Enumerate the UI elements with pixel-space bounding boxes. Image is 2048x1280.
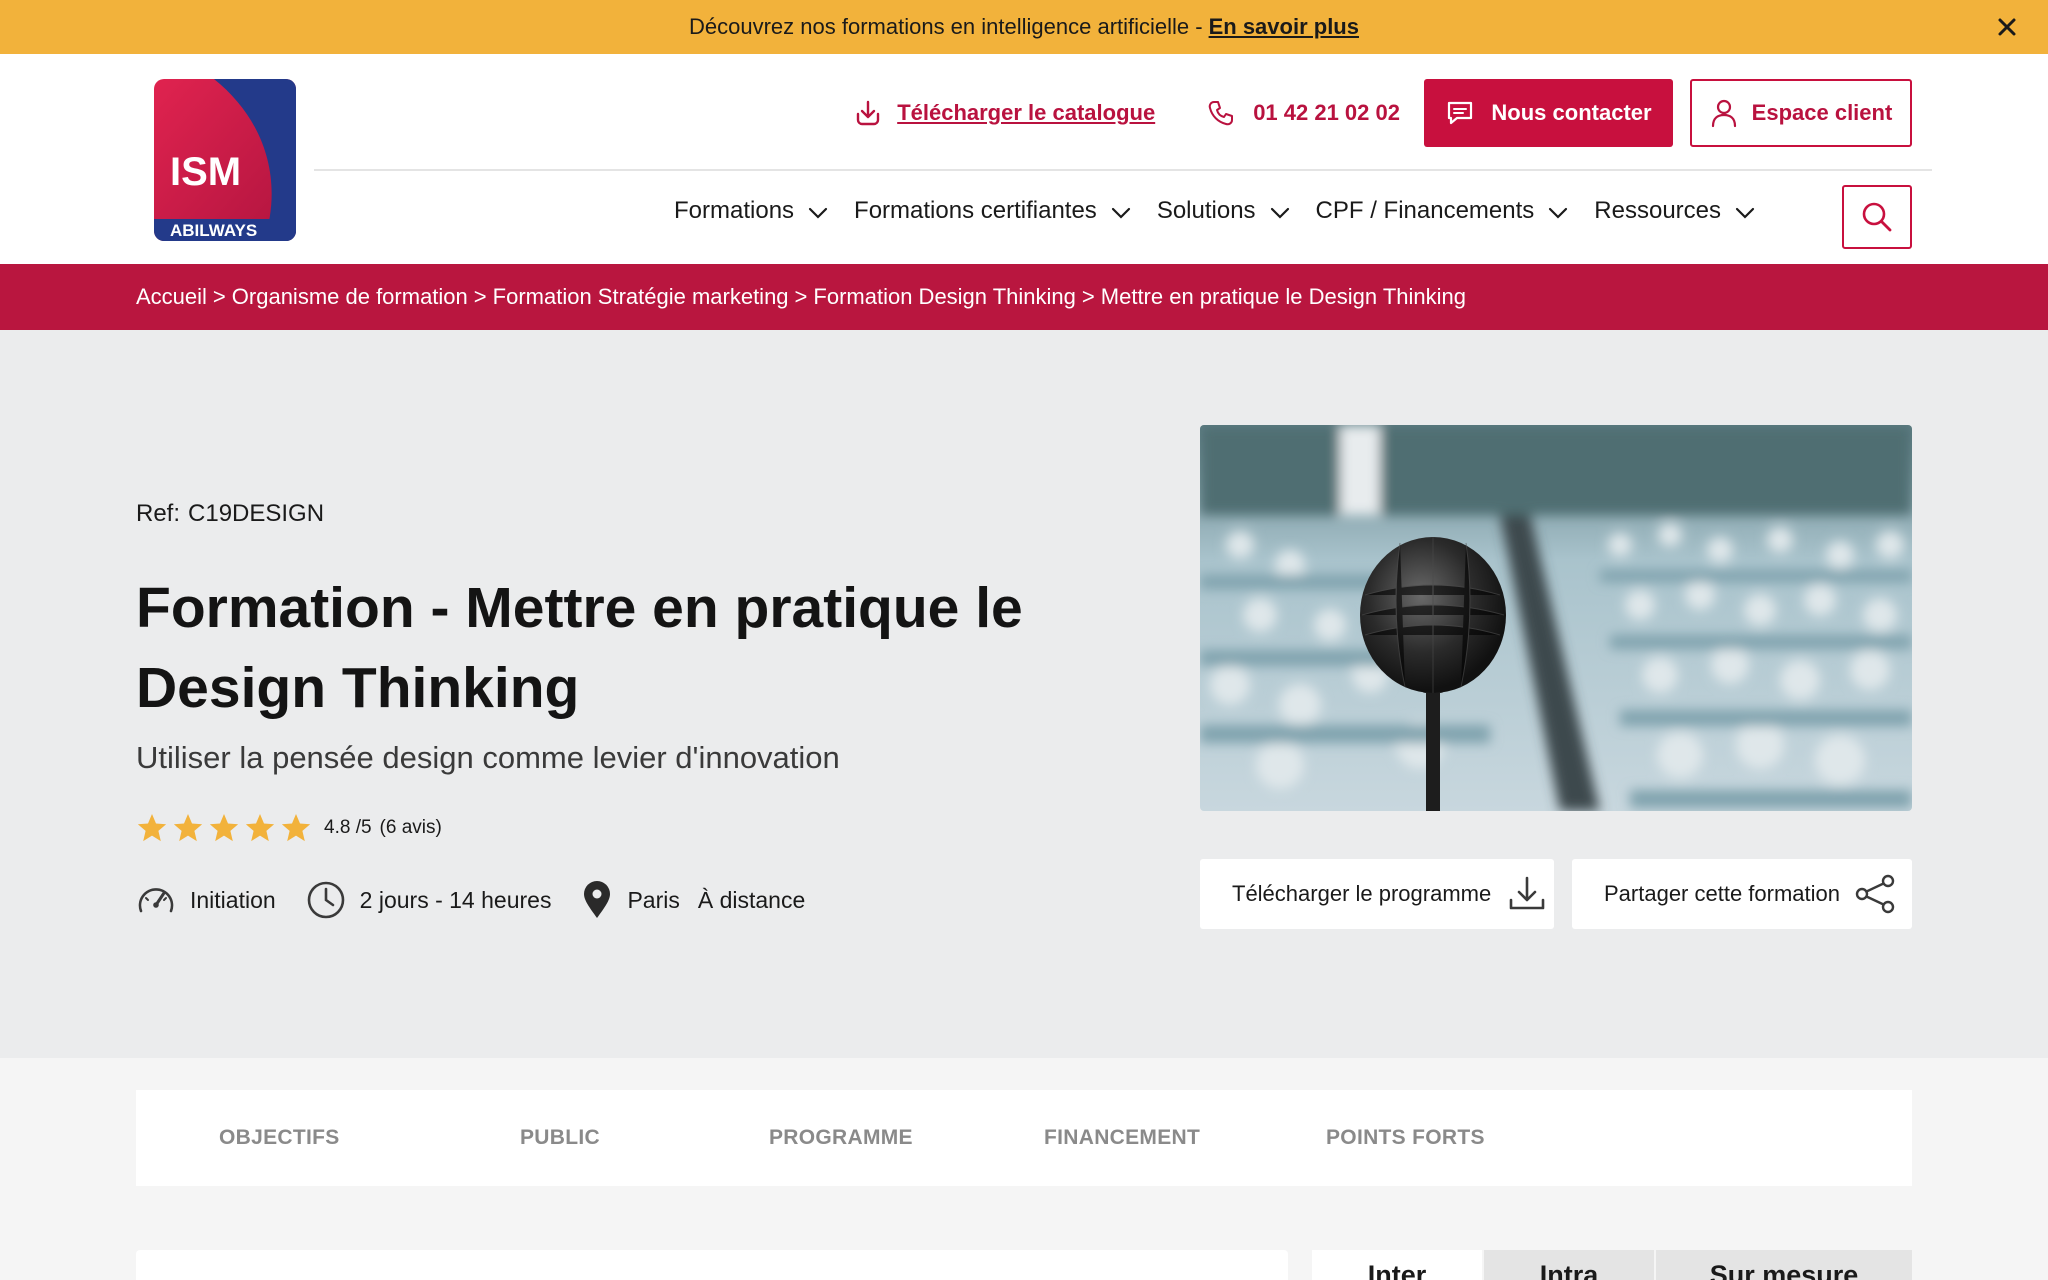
course-details-section: OBJECTIFS PUBLIC PROGRAMME FINANCEMENT P…: [0, 1058, 2048, 1280]
hero-image-microphone-conference: [1200, 425, 1912, 811]
contact-button[interactable]: Nous contacter: [1424, 79, 1673, 147]
location-text: Paris: [627, 886, 680, 913]
pricing-tabs: Inter Intra Sur mesure: [1312, 1250, 1912, 1280]
main-nav: Formations Formations certifiantes Solut…: [674, 186, 1781, 236]
location-info: Paris: [581, 881, 680, 919]
chevron-down-icon: [1270, 207, 1289, 219]
rating-stars: [136, 812, 312, 844]
nav-label: Ressources: [1594, 197, 1722, 224]
client-area-button[interactable]: Espace client: [1690, 79, 1912, 147]
share-course-button[interactable]: Partager cette formation: [1572, 859, 1912, 929]
announcement-text: Découvrez nos formations en intelligence…: [689, 14, 1203, 39]
tab-points-forts[interactable]: POINTS FORTS: [1326, 1126, 1485, 1150]
nav-item-formations-certifiantes[interactable]: Formations certifiantes: [854, 197, 1131, 225]
remote-text: À distance: [697, 886, 806, 913]
course-tabs: OBJECTIFS PUBLIC PROGRAMME FINANCEMENT P…: [136, 1090, 1912, 1186]
tab-programme[interactable]: PROGRAMME: [769, 1126, 913, 1150]
remote-info: À distance: [698, 887, 805, 914]
ref-code: C19DESIGN: [188, 500, 325, 527]
breadcrumb-item-strategie-marketing[interactable]: Formation Stratégie marketing: [493, 284, 789, 310]
chat-icon: [1448, 101, 1473, 125]
breadcrumb: Accueil > Organisme de formation > Forma…: [0, 264, 2048, 330]
nav-item-ressources[interactable]: Ressources: [1594, 197, 1755, 225]
download-icon: [856, 100, 880, 126]
share-course-label: Partager cette formation: [1604, 881, 1841, 906]
clock-icon: [307, 881, 344, 919]
star-icon: [209, 814, 239, 842]
tab-financement[interactable]: FINANCEMENT: [1044, 1126, 1200, 1150]
client-area-label: Espace client: [1751, 100, 1893, 125]
download-program-label: Télécharger le programme: [1232, 881, 1492, 906]
page-title: Formation - Mettre en pratique le Design…: [136, 576, 1023, 720]
nav-label: Solutions: [1156, 197, 1256, 224]
breadcrumb-item-design-thinking[interactable]: Formation Design Thinking: [813, 284, 1076, 310]
download-program-button[interactable]: Télécharger le programme: [1200, 859, 1554, 929]
course-meta: Initiation 2 jours - 14 heures Paris À d…: [136, 880, 835, 920]
phone-icon: [1208, 101, 1234, 126]
rating[interactable]: 4.8 /5 (6 avis): [136, 812, 442, 844]
course-reference: Ref: C19DESIGN: [136, 500, 324, 528]
rating-value: 4.8 /5: [324, 817, 372, 838]
tab-public[interactable]: PUBLIC: [520, 1126, 600, 1150]
level-info: Initiation: [136, 883, 276, 917]
nav-label: Formations certifiantes: [854, 197, 1097, 224]
utility-bar: Télécharger le catalogue 01 42 21 02 02 …: [853, 78, 1912, 148]
breadcrumb-item-current: Mettre en pratique le Design Thinking: [1100, 284, 1467, 309]
duration-info: 2 jours - 14 heures: [306, 880, 552, 920]
chevron-down-icon: [1111, 207, 1130, 219]
announcement-link[interactable]: En savoir plus: [1209, 14, 1359, 40]
pricing-tab-intra[interactable]: Intra: [1484, 1250, 1654, 1280]
nav-item-cpf-financements[interactable]: CPF / Financements: [1316, 197, 1569, 225]
location-pin-icon: [584, 881, 611, 918]
breadcrumb-separator: >: [212, 284, 226, 309]
phone-link[interactable]: 01 42 21 02 02: [1207, 99, 1400, 127]
site-header: ISM ABILWAYS Télécharger le catalogue 01…: [0, 54, 2048, 264]
duration-text: 2 jours - 14 heures: [359, 886, 552, 913]
search-icon: [1862, 202, 1892, 232]
chevron-down-icon: [1735, 207, 1755, 219]
speedometer-icon: [138, 888, 174, 913]
breadcrumb-separator: >: [1081, 284, 1095, 309]
page-subtitle: Utiliser la pensée design comme levier d…: [136, 740, 840, 775]
nav-item-solutions[interactable]: Solutions: [1157, 197, 1290, 225]
download-icon: [1509, 876, 1545, 910]
contact-button-label: Nous contacter: [1491, 100, 1652, 125]
ref-label: Ref:: [136, 500, 181, 527]
nav-label: Formations: [674, 197, 795, 224]
chevron-down-icon: [808, 207, 828, 219]
announcement-bar: Découvrez nos formations en intelligence…: [0, 0, 2048, 54]
user-icon: [1711, 99, 1736, 128]
download-catalog-link[interactable]: Télécharger le catalogue: [853, 98, 1155, 128]
content-card: [136, 1250, 1288, 1280]
logo-text: ISM: [170, 150, 241, 194]
share-icon: [1855, 874, 1895, 914]
header-divider: [314, 169, 1932, 171]
star-icon: [137, 814, 167, 842]
star-icon: [281, 814, 311, 842]
nav-label: CPF / Financements: [1315, 197, 1535, 224]
level-text: Initiation: [190, 886, 276, 913]
breadcrumb-item-accueil[interactable]: Accueil: [136, 284, 207, 310]
close-icon[interactable]: [1992, 12, 2022, 42]
download-catalog-label: Télécharger le catalogue: [897, 100, 1156, 125]
review-count: (6 avis): [379, 817, 442, 838]
star-icon: [173, 814, 203, 842]
logo-subtext: ABILWAYS: [170, 221, 257, 240]
search-button[interactable]: [1842, 185, 1912, 249]
breadcrumb-separator: >: [794, 284, 808, 309]
phone-number: 01 42 21 02 02: [1253, 100, 1400, 125]
star-icon: [245, 814, 275, 842]
ism-logo[interactable]: ISM ABILWAYS: [154, 79, 296, 241]
course-hero: Ref: C19DESIGN Formation - Mettre en prat…: [0, 330, 2048, 1058]
tab-objectifs[interactable]: OBJECTIFS: [219, 1126, 340, 1150]
chevron-down-icon: [1549, 207, 1568, 219]
breadcrumb-separator: >: [473, 284, 487, 309]
nav-item-formations[interactable]: Formations: [674, 197, 828, 225]
breadcrumb-item-organisme[interactable]: Organisme de formation: [232, 284, 468, 310]
pricing-tab-sur-mesure[interactable]: Sur mesure: [1656, 1250, 1912, 1280]
pricing-tab-inter[interactable]: Inter: [1312, 1250, 1482, 1280]
